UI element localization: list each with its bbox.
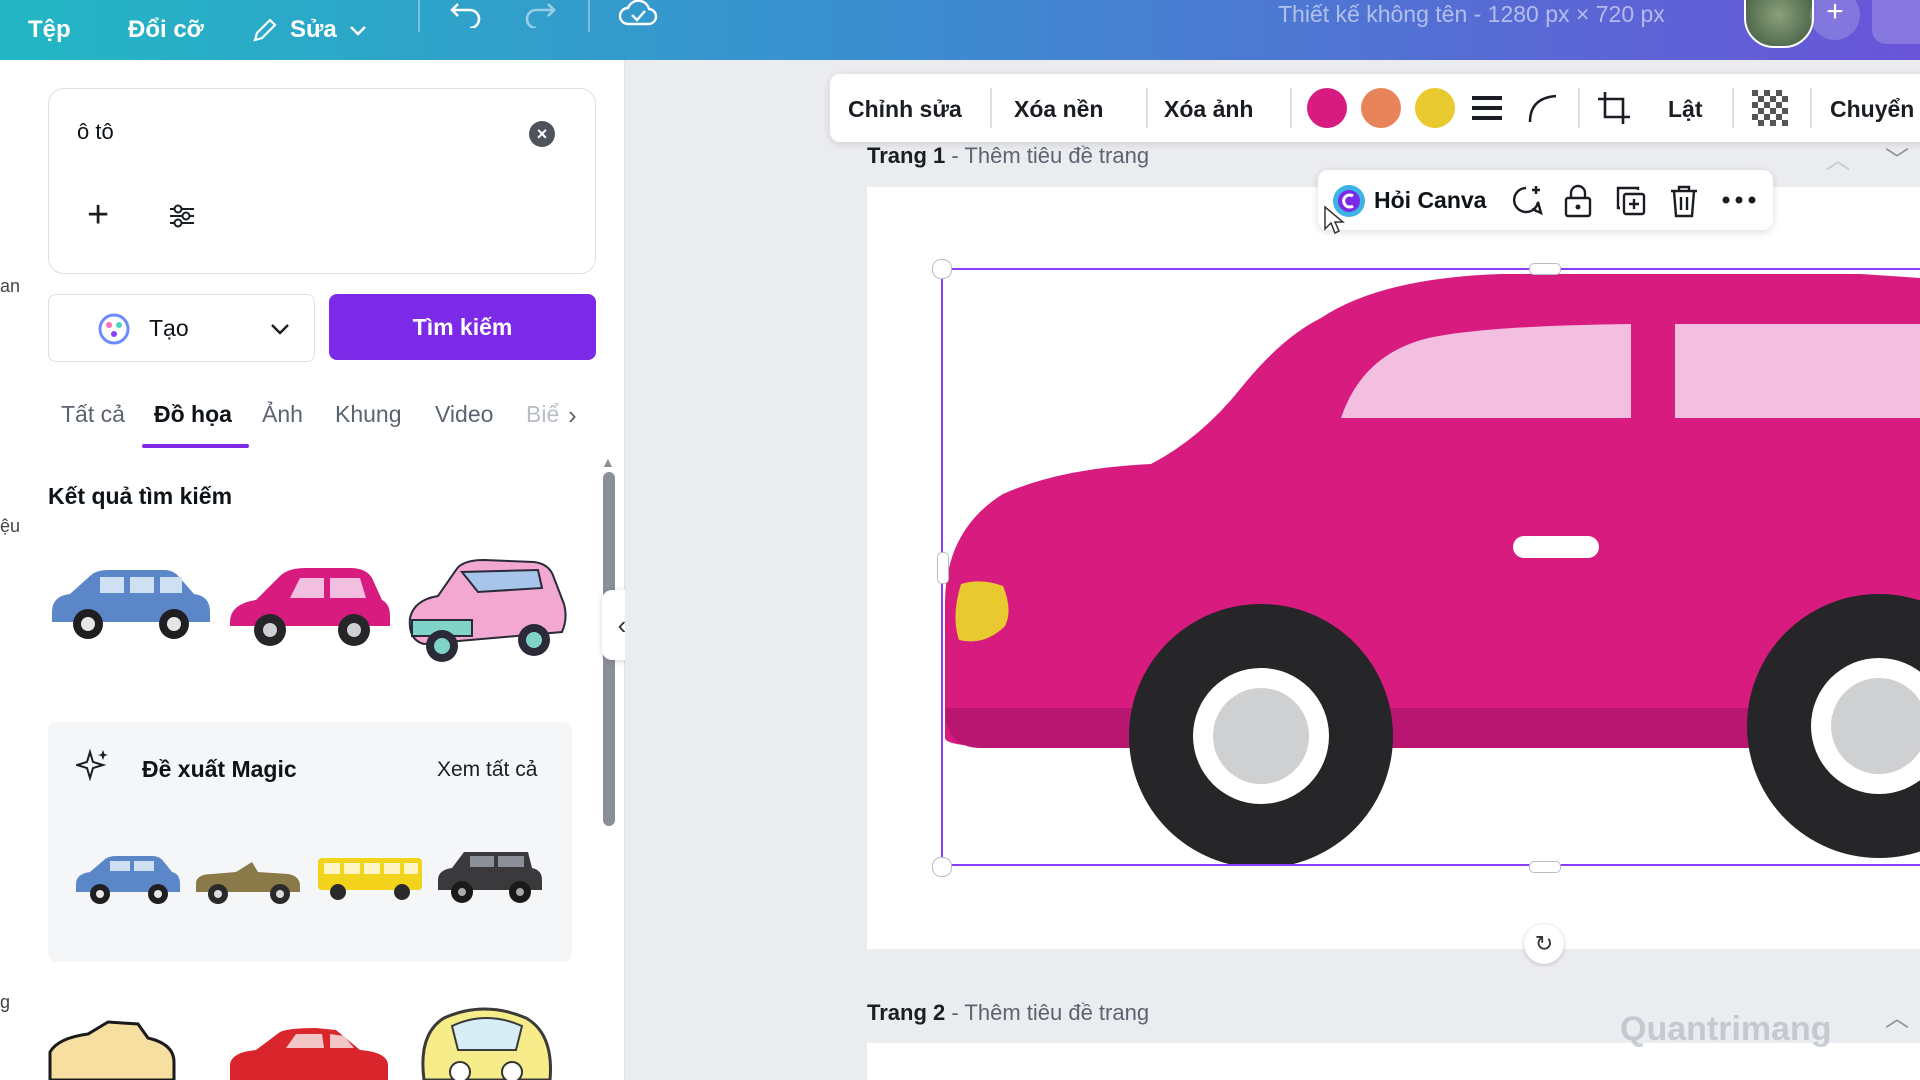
- create-options-button[interactable]: [246, 294, 315, 362]
- page-1-label[interactable]: Trang 1 - Thêm tiêu đề trang: [867, 143, 1149, 169]
- side-nav-strip: an ệu g: [0, 60, 24, 1080]
- comment-add-icon[interactable]: [1510, 184, 1544, 218]
- tab-more[interactable]: Biể: [526, 401, 559, 428]
- page-down-chevron-icon[interactable]: ﹀: [1885, 140, 1909, 175]
- selection-frame: [941, 268, 1920, 866]
- divider: [1578, 88, 1580, 128]
- cartoon-car-result[interactable]: [48, 1012, 178, 1080]
- edit-image-button[interactable]: Chỉnh sửa: [848, 96, 962, 123]
- document-title[interactable]: Thiết kế không tên - 1280 px × 720 px: [1278, 0, 1665, 32]
- divider: [1290, 88, 1292, 128]
- resize-handle-top[interactable]: [1529, 263, 1561, 275]
- floating-toolbar: Hỏi Canva: [1318, 170, 1773, 230]
- results-heading: Kết quả tìm kiếm: [48, 483, 233, 509]
- scroll-up-arrow[interactable]: ▲: [601, 454, 615, 470]
- divider: [1146, 88, 1148, 128]
- top-bar: Tệp Đổi cỡ Sửa Thiết kế không tên - 1280…: [0, 0, 1920, 60]
- blue-car-suggestion[interactable]: [72, 852, 184, 908]
- mouse-cursor-icon: [1324, 205, 1345, 235]
- create-button-label: Tạo: [149, 315, 189, 341]
- yellow-cartoon-car-result[interactable]: [404, 1004, 570, 1080]
- magic-create-icon: [98, 313, 130, 345]
- lock-icon[interactable]: [1562, 184, 1594, 218]
- watermark: Quantrimang: [1620, 1010, 1832, 1048]
- pencil-icon: [253, 18, 277, 42]
- redo-icon[interactable]: [522, 0, 558, 28]
- active-tab-indicator: [142, 444, 249, 448]
- resize-handle-bottom-left[interactable]: [932, 857, 952, 877]
- resize-handle-bottom[interactable]: [1529, 861, 1561, 873]
- chevron-down-icon: [349, 26, 366, 36]
- resize-menu[interactable]: Đổi cỡ: [128, 0, 204, 60]
- more-options-icon[interactable]: [1722, 192, 1756, 208]
- color-swatch-3[interactable]: [1415, 88, 1455, 128]
- category-tabs: Tất cả Đồ họa Ảnh Khung Video Biể: [48, 395, 608, 449]
- tab-all[interactable]: Tất cả: [61, 401, 125, 428]
- tab-video[interactable]: Video: [435, 401, 493, 428]
- search-input[interactable]: [75, 111, 499, 153]
- edit-menu-label: Sửa: [290, 16, 337, 43]
- comment-button[interactable]: [1872, 0, 1920, 44]
- create-button[interactable]: Tạo: [48, 294, 248, 362]
- rotate-handle[interactable]: ↻: [1524, 924, 1564, 964]
- duplicate-icon[interactable]: [1614, 184, 1648, 218]
- red-sedan-result[interactable]: [226, 1024, 392, 1080]
- blue-car-result[interactable]: [48, 560, 214, 644]
- divider: [990, 88, 992, 128]
- page-2-title-hint[interactable]: - Thêm tiêu đề trang: [951, 1000, 1149, 1025]
- ask-canva-button[interactable]: Hỏi Canva: [1374, 187, 1486, 214]
- chevron-down-icon: [271, 324, 289, 335]
- color-swatch-2[interactable]: [1361, 88, 1401, 128]
- sparkle-icon: [76, 748, 108, 782]
- page-2-label[interactable]: Trang 2 - Thêm tiêu đề trang: [867, 1000, 1149, 1026]
- border-style-icon[interactable]: [1470, 92, 1504, 124]
- animate-button[interactable]: Chuyển: [1830, 96, 1914, 123]
- erase-button[interactable]: Xóa ảnh: [1164, 96, 1253, 123]
- nav-label-fragment[interactable]: an: [0, 276, 20, 297]
- corner-rounding-icon[interactable]: [1526, 92, 1560, 124]
- divider: [1810, 88, 1812, 128]
- see-all-link[interactable]: Xem tất cả: [437, 758, 537, 782]
- cloud-saved-icon[interactable]: [618, 0, 658, 28]
- page-up-chevron-icon[interactable]: ︿: [1826, 140, 1850, 175]
- nav-label-fragment[interactable]: g: [0, 992, 10, 1013]
- page-2-up-chevron-icon[interactable]: ︿: [1885, 998, 1909, 1033]
- search-button[interactable]: Tìm kiếm: [329, 294, 596, 360]
- avatar[interactable]: [1744, 0, 1814, 48]
- tab-frames[interactable]: Khung: [335, 401, 402, 428]
- pink-car-result[interactable]: [226, 560, 392, 650]
- resize-handle-top-left[interactable]: [932, 259, 952, 279]
- undo-icon[interactable]: [448, 0, 484, 28]
- jeep-suggestion[interactable]: [434, 846, 546, 908]
- yellow-bus-suggestion[interactable]: [314, 852, 426, 908]
- file-menu[interactable]: Tệp: [28, 0, 71, 60]
- crop-icon[interactable]: [1596, 90, 1632, 126]
- page-1-name: Trang 1: [867, 143, 946, 168]
- retro-car-result[interactable]: [404, 548, 570, 666]
- add-button[interactable]: +: [87, 195, 109, 235]
- divider: [588, 0, 590, 32]
- convertible-suggestion[interactable]: [192, 852, 304, 908]
- add-collaborator-button[interactable]: +: [1810, 0, 1860, 40]
- edit-menu[interactable]: Sửa: [250, 0, 369, 60]
- page-1-title-hint[interactable]: - Thêm tiêu đề trang: [951, 143, 1149, 168]
- search-box: × +: [48, 88, 596, 274]
- filter-icon[interactable]: [167, 201, 197, 231]
- tab-photos[interactable]: Ảnh: [262, 401, 303, 428]
- flip-button[interactable]: Lật: [1668, 96, 1703, 123]
- color-swatch-1[interactable]: [1307, 88, 1347, 128]
- divider: [1732, 88, 1734, 128]
- transparency-icon[interactable]: [1752, 90, 1788, 126]
- page-2-name: Trang 2: [867, 1000, 946, 1025]
- tab-graphics[interactable]: Đồ họa: [154, 401, 232, 428]
- context-toolbar: Chỉnh sửa Xóa nền Xóa ảnh Lật Chuyển: [830, 74, 1920, 142]
- resize-handle-left[interactable]: [937, 552, 949, 584]
- chevron-right-icon[interactable]: ›: [568, 400, 577, 431]
- clear-search-button[interactable]: ×: [529, 121, 555, 147]
- divider: [418, 0, 420, 32]
- trash-icon[interactable]: [1668, 184, 1700, 218]
- nav-label-fragment[interactable]: ệu: [0, 516, 20, 537]
- magic-title: Đề xuất Magic: [142, 756, 297, 782]
- remove-background-button[interactable]: Xóa nền: [1014, 96, 1103, 123]
